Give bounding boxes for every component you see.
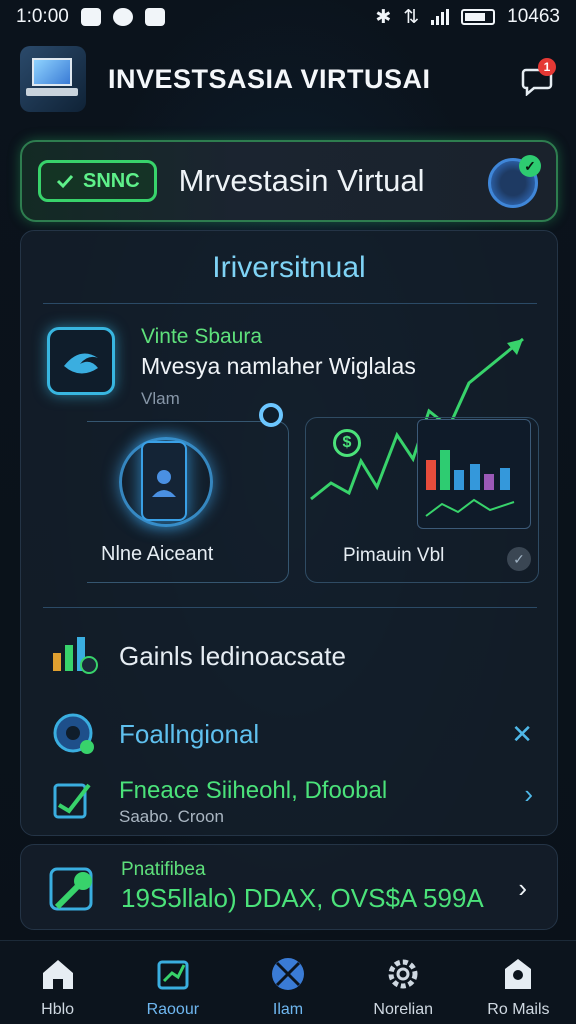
battery-icon — [461, 9, 496, 25]
gmail-icon — [80, 8, 101, 26]
portfolio-title: 19S5llalo) DDAX, OVS$A 599A — [121, 883, 484, 913]
premium-panel-label: Pimauin Vbl — [343, 545, 445, 566]
gear-icon — [388, 959, 418, 989]
dollar-icon: $ — [333, 429, 361, 457]
section-title: Iriversitnual — [212, 251, 366, 284]
app-title: INVESTSASIA VIRTUSAI — [108, 63, 431, 94]
status-time: 1:0:00 — [16, 6, 69, 27]
divider — [43, 607, 537, 608]
gains-title: Gainls ledinoacsate — [119, 641, 346, 671]
banner-title: Mrvestasin Virtual — [178, 163, 425, 198]
mini-dashboard-icon — [417, 419, 531, 529]
growth-check-icon — [53, 783, 91, 819]
signal-icon — [431, 9, 450, 25]
nav-norelian-label: Norelian — [373, 1001, 433, 1018]
profile-icon — [505, 959, 532, 989]
vibrate-icon: ⇅ — [403, 6, 420, 28]
feature-subtitle: Vinte Sbaura — [141, 325, 263, 348]
feature-small-text: Vlam — [141, 389, 180, 408]
status-right-text: 10463 — [507, 6, 560, 27]
main-card: Iriversitnual Vinte Sbaura Mvesya namlah… — [20, 230, 558, 836]
nav-romails[interactable]: Ro Mails — [461, 941, 576, 1024]
chevron-right-icon[interactable]: › — [518, 873, 527, 904]
verify-icon: ✓ — [507, 547, 531, 571]
status-bar: 1:0:00 ✱ ⇅ 10463 — [0, 0, 576, 34]
nav-raoour-label: Raoour — [146, 1001, 200, 1018]
check-icon: ✓ — [519, 155, 541, 177]
list-item-finance[interactable]: Fneace Siiheohl, Dfoobal Saabo. Croon › — [21, 771, 557, 835]
notification-button[interactable]: 1 — [520, 58, 556, 97]
divider — [43, 303, 537, 304]
verified-badge-icon: ✓ — [488, 155, 541, 208]
bluetooth-icon: ✱ — [375, 6, 392, 28]
nav-ilam[interactable]: Ilam — [230, 941, 345, 1024]
messenger-icon — [112, 8, 133, 26]
portfolio-subtitle: Pnatifibea — [121, 859, 206, 880]
finance-title: Fneace Siiheohl, Dfoobal — [119, 777, 388, 804]
bottom-nav: Hblo Raoour Ilam Norelian Ro Mails — [0, 940, 576, 1024]
foallngional-title: Foallngional — [119, 719, 260, 749]
key-icon — [49, 867, 93, 911]
globe-icon — [272, 958, 304, 990]
snnc-pill: SNNC — [38, 160, 157, 202]
nav-raoour[interactable]: Raoour — [115, 941, 230, 1024]
notification-badge: 1 — [538, 58, 556, 76]
home-icon — [42, 960, 73, 989]
gear-shield-icon — [53, 713, 94, 754]
chevron-right-icon[interactable]: › — [524, 779, 533, 810]
list-item-foallngional[interactable]: Foallngional ✕ — [21, 705, 557, 763]
nav-home[interactable]: Hblo — [0, 941, 115, 1024]
camera-icon — [144, 8, 165, 26]
finance-subtitle: Saabo. Croon — [119, 807, 224, 826]
snnc-label: SNNC — [83, 169, 140, 192]
bar-chart-icon — [53, 637, 98, 674]
nav-home-label: Hblo — [41, 1001, 75, 1018]
wallet-icon — [157, 960, 189, 990]
feature-logo-icon[interactable] — [47, 327, 115, 395]
list-item-gains[interactable]: Gainls ledinoacsate — [21, 627, 557, 687]
nav-norelian[interactable]: Norelian — [346, 941, 461, 1024]
app-header: INVESTSASIA VIRTUSAI 1 — [20, 44, 560, 114]
nav-romails-label: Ro Mails — [487, 1001, 550, 1018]
connector-node-icon — [259, 403, 283, 427]
check-shield-icon — [56, 174, 74, 189]
close-icon[interactable]: ✕ — [511, 719, 533, 750]
nav-ilam-label: Ilam — [272, 1001, 304, 1018]
app-logo — [20, 46, 86, 112]
promo-banner[interactable]: SNNC Mrvestasin Virtual ✓ — [20, 140, 558, 222]
account-panel-label: Nlne Aiceant — [101, 543, 214, 565]
portfolio-card[interactable]: Pnatifibea 19S5llalo) DDAX, OVS$A 599A › — [20, 844, 558, 930]
phone-user-icon — [141, 441, 187, 521]
